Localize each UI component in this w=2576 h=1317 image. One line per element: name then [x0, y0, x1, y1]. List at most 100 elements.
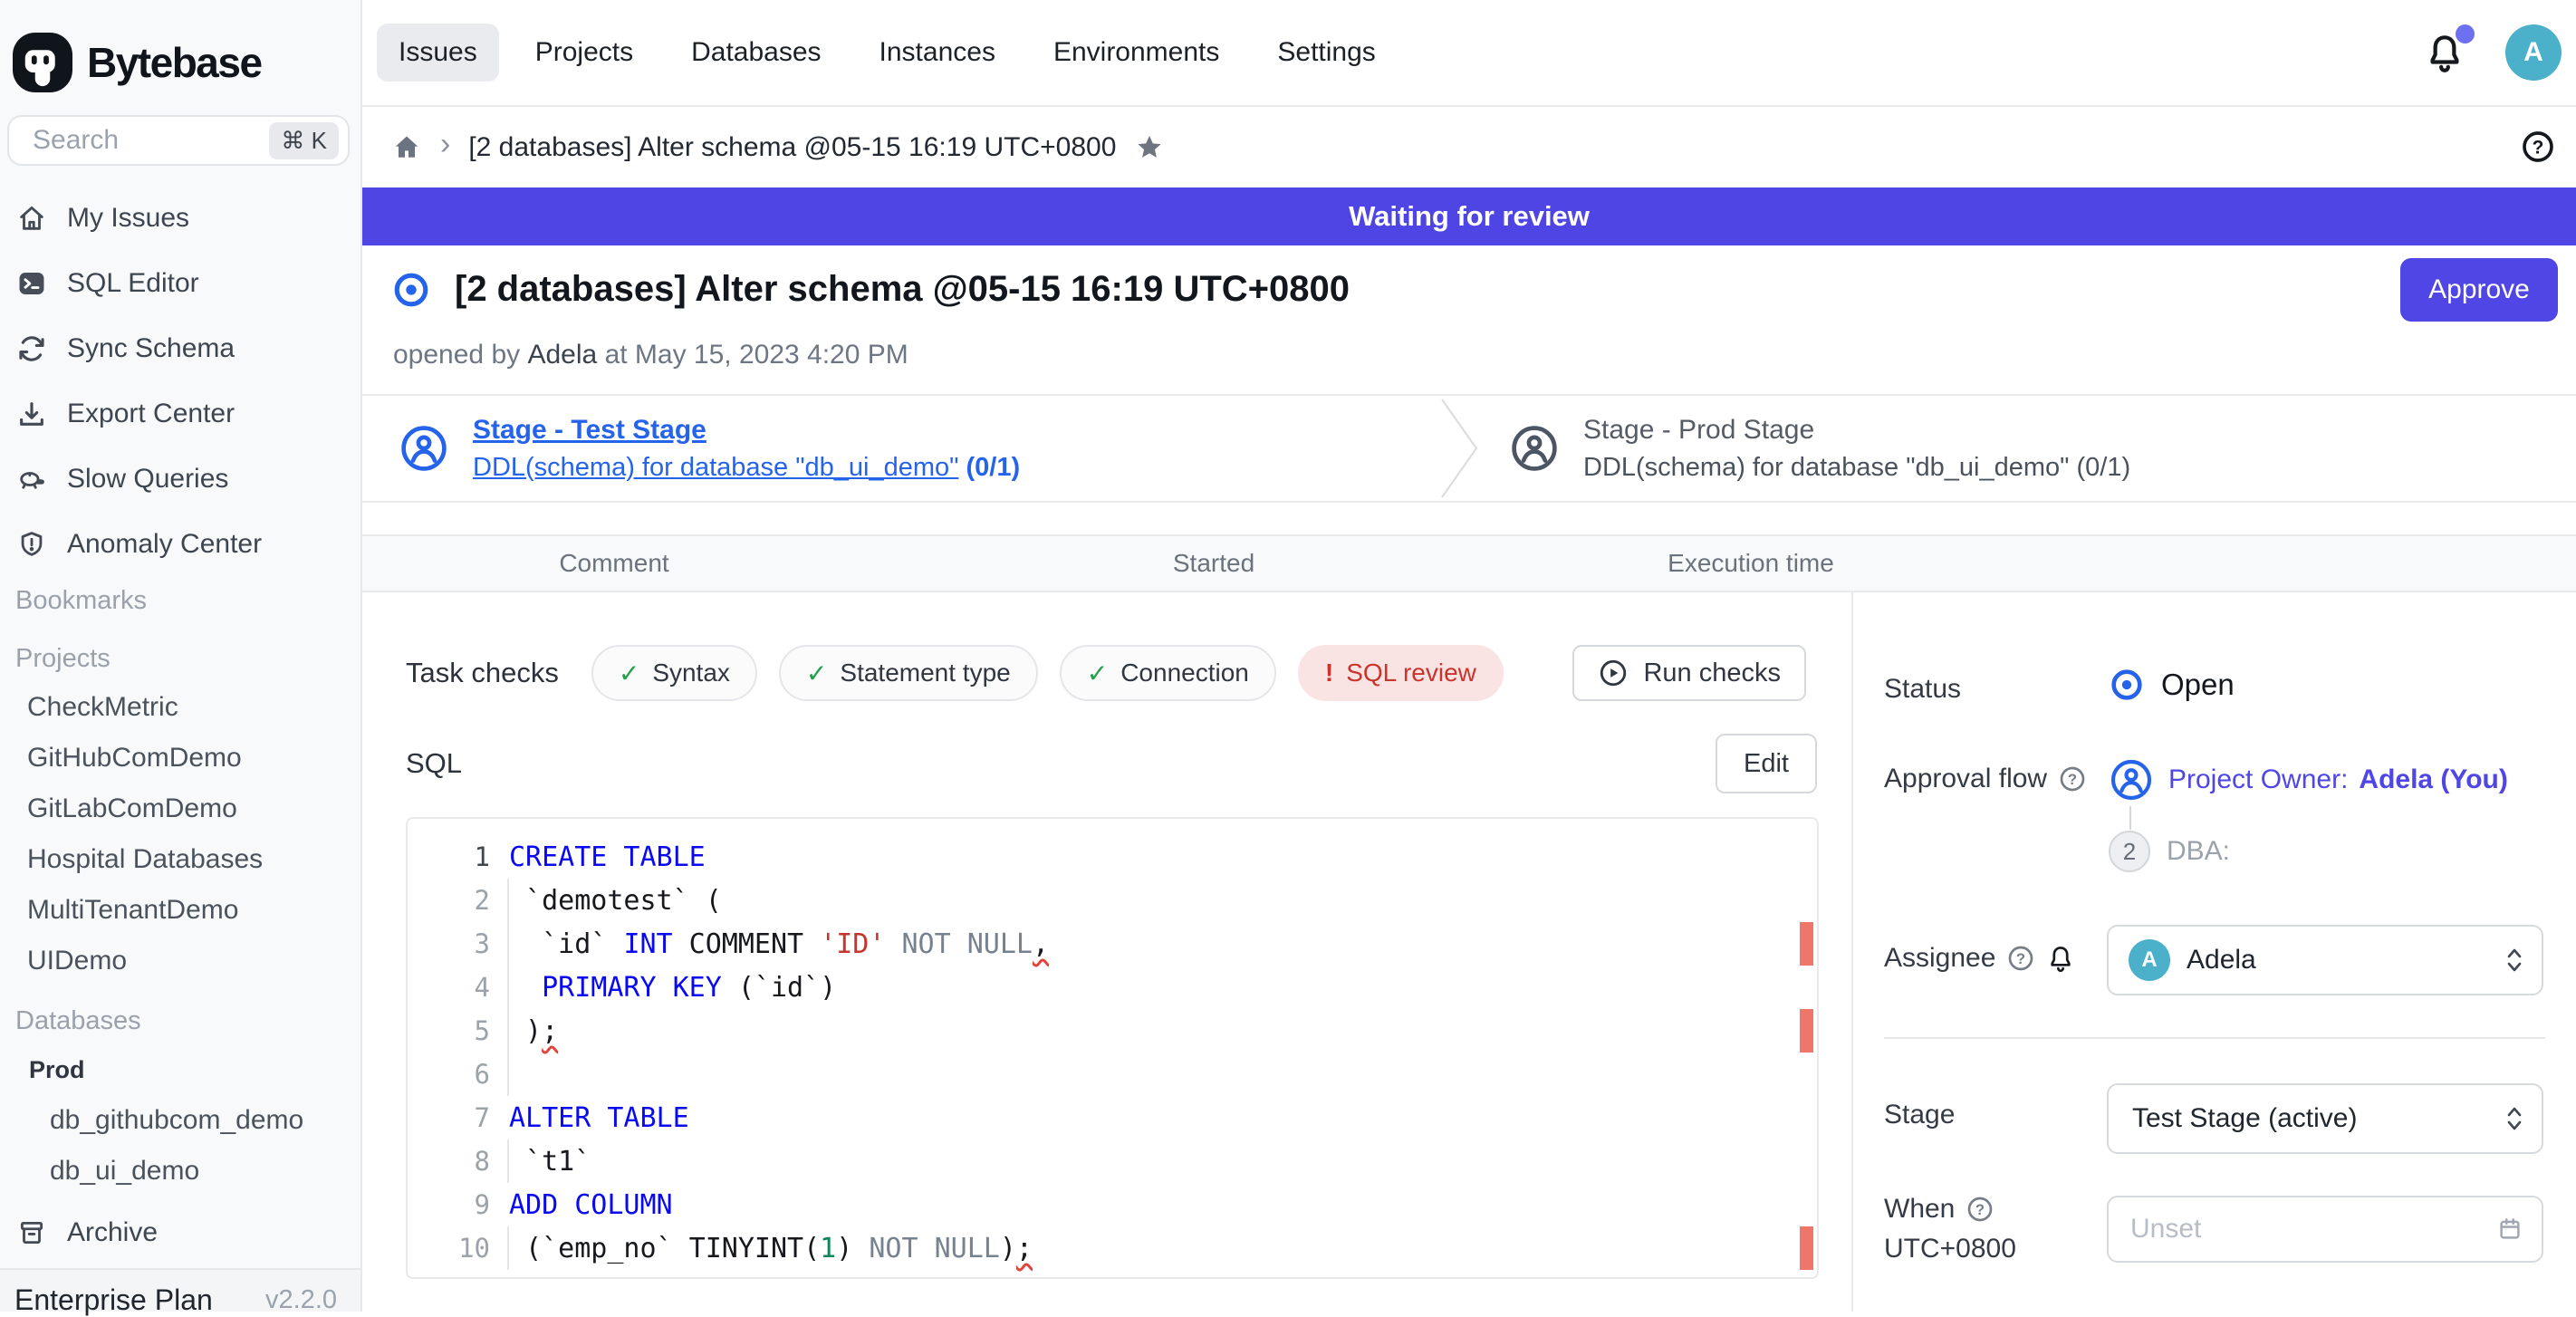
when-timezone: UTC+0800: [1884, 1234, 2016, 1264]
tab-databases[interactable]: Databases: [669, 24, 842, 82]
sql-editor-viewer[interactable]: 1CREATE TABLE 2 `demotest` ( 3 `id` INT …: [406, 817, 1819, 1279]
breadcrumb: › [2 databases] Alter schema @05-15 16:1…: [362, 107, 2576, 187]
when-placeholder: Unset: [2130, 1214, 2496, 1245]
star-icon[interactable]: [1134, 132, 1165, 163]
opened-at-label: at May 15, 2023 4:20 PM: [605, 340, 908, 370]
pipeline-stages: Stage - Test Stage DDL(schema) for datab…: [362, 394, 2576, 503]
sidebar-project-uidemo[interactable]: UIDemo: [0, 936, 360, 986]
sidebar-item-export-center[interactable]: Export Center: [0, 381, 360, 447]
question-circle-icon[interactable]: ?: [2006, 944, 2035, 973]
task-progress: (0/1): [2077, 453, 2131, 482]
issue-title: [2 databases] Alter schema @05-15 16:19 …: [455, 269, 1350, 310]
sidebar-project-hospital-databases[interactable]: Hospital Databases: [0, 834, 360, 885]
person-circle-icon: [1509, 423, 1560, 474]
bytebase-logo-icon: [13, 33, 72, 92]
tab-environments[interactable]: Environments: [1032, 24, 1241, 82]
status-label: Status: [1884, 674, 1961, 705]
check-connection[interactable]: ✓Connection: [1060, 645, 1276, 701]
task-link-text[interactable]: DDL(schema) for database "db_ui_demo": [473, 453, 958, 482]
top-navigation: Issues Projects Databases Instances Envi…: [362, 0, 2576, 107]
code-lines: 1CREATE TABLE 2 `demotest` ( 3 `id` INT …: [408, 835, 1817, 1270]
when-text: When: [1884, 1194, 1955, 1225]
edit-sql-button[interactable]: Edit: [1716, 734, 1817, 793]
code-line: 2 `demotest` (: [408, 879, 1817, 922]
approver-name[interactable]: Adela (You): [2359, 764, 2507, 795]
sync-icon: [16, 333, 47, 364]
user-avatar[interactable]: A: [2505, 24, 2562, 81]
assignee-value: Adela: [2187, 945, 2256, 976]
sidebar-item-label: Archive: [67, 1217, 158, 1248]
sidebar-item-sync-schema[interactable]: Sync Schema: [0, 316, 360, 381]
question-circle-icon[interactable]: ?: [2058, 764, 2087, 793]
tab-instances[interactable]: Instances: [858, 24, 1017, 82]
code-line: 8 `t1`: [408, 1139, 1817, 1183]
assignee-text: Assignee: [1884, 943, 1995, 974]
shield-alert-icon: [16, 529, 47, 560]
line-number: 6: [408, 1059, 490, 1090]
assignee-select[interactable]: A Adela: [2107, 925, 2543, 995]
issue-author[interactable]: Adela: [527, 340, 597, 370]
sidebar-item-anomaly-center[interactable]: Anomaly Center: [0, 512, 360, 577]
notifications-button[interactable]: [2424, 32, 2465, 73]
stage-select[interactable]: Test Stage (active): [2107, 1083, 2543, 1154]
task-checks-label: Task checks: [406, 657, 559, 689]
step-number-badge: 2: [2109, 831, 2150, 872]
sidebar-project-multitenantdemo[interactable]: MultiTenantDemo: [0, 885, 360, 936]
check-statement-type[interactable]: ✓Statement type: [779, 645, 1038, 701]
check-syntax[interactable]: ✓Syntax: [591, 645, 757, 701]
search-input[interactable]: Search ⌘ K: [7, 115, 350, 166]
search-shortcut-badge: ⌘ K: [269, 122, 339, 159]
approve-button[interactable]: Approve: [2400, 258, 2558, 322]
code-line: 1CREATE TABLE: [408, 835, 1817, 879]
stage-name: Stage - Prod Stage: [1583, 415, 2130, 446]
error-marker: [1800, 1009, 1813, 1053]
sidebar-db-ui-demo[interactable]: db_ui_demo: [0, 1146, 360, 1197]
line-number: 9: [408, 1189, 490, 1220]
plan-footer[interactable]: Enterprise Plan v2.2.0: [0, 1268, 360, 1312]
sidebar-section-bookmarks: Bookmarks: [0, 577, 360, 624]
stage-select-value: Test Stage (active): [2132, 1103, 2357, 1134]
subscribe-bell-icon[interactable]: [2046, 944, 2075, 973]
help-button[interactable]: ?: [2520, 129, 2556, 165]
sidebar-item-label: Anomaly Center: [67, 529, 262, 560]
run-checks-button[interactable]: Run checks: [1572, 645, 1806, 701]
stage-card-prod[interactable]: Stage - Prod Stage DDL(schema) for datab…: [1480, 396, 2576, 501]
line-number: 5: [408, 1015, 490, 1046]
sidebar-item-label: Sync Schema: [67, 333, 235, 364]
chevron-updown-icon: [2504, 1103, 2525, 1134]
line-number: 2: [408, 885, 490, 916]
sidebar-db-githubcom-demo[interactable]: db_githubcom_demo: [0, 1095, 360, 1146]
error-marker: [1800, 1226, 1813, 1270]
sql-section-label: SQL: [406, 747, 462, 780]
assignee-label: Assignee ?: [1884, 943, 2075, 974]
sidebar-item-archive[interactable]: Archive: [0, 1200, 360, 1265]
tab-projects[interactable]: Projects: [514, 24, 655, 82]
person-circle-icon: [2109, 757, 2154, 803]
stage-link[interactable]: Stage - Test Stage: [473, 415, 1020, 446]
check-sql-review[interactable]: !SQL review: [1298, 645, 1504, 701]
tab-settings[interactable]: Settings: [1255, 24, 1397, 82]
sidebar-item-sql-editor[interactable]: SQL Editor: [0, 251, 360, 316]
line-number: 4: [408, 972, 490, 1003]
home-breadcrumb-icon[interactable]: [391, 132, 422, 163]
brand-logo[interactable]: Bytebase: [0, 0, 360, 103]
plan-name: Enterprise Plan: [14, 1283, 213, 1317]
question-circle-icon[interactable]: ?: [1966, 1195, 1994, 1224]
task-table-header: Comment Started Execution time: [362, 534, 2576, 592]
breadcrumb-title[interactable]: [2 databases] Alter schema @05-15 16:19 …: [468, 132, 1116, 163]
tab-issues[interactable]: Issues: [377, 24, 499, 82]
code-line: 5 );: [408, 1009, 1817, 1053]
sidebar-item-my-issues[interactable]: My Issues: [0, 186, 360, 251]
sidebar-project-gitlabcomdemo[interactable]: GitLabComDemo: [0, 783, 360, 834]
sidebar-item-slow-queries[interactable]: Slow Queries: [0, 447, 360, 512]
stage-task-link[interactable]: DDL(schema) for database "db_ui_demo" (0…: [473, 453, 1020, 483]
sidebar-project-checkmetric[interactable]: CheckMetric: [0, 682, 360, 733]
check-label: Statement type: [840, 658, 1010, 687]
when-datetime-input[interactable]: Unset: [2107, 1196, 2543, 1263]
home-icon: [16, 203, 47, 234]
stage-card-test[interactable]: Stage - Test Stage DDL(schema) for datab…: [362, 396, 1440, 501]
when-label: When ? UTC+0800: [1884, 1194, 2016, 1264]
sidebar-item-label: SQL Editor: [67, 268, 199, 299]
sidebar-project-githubcomdemo[interactable]: GitHubComDemo: [0, 733, 360, 783]
status-value: Open: [2109, 667, 2235, 703]
